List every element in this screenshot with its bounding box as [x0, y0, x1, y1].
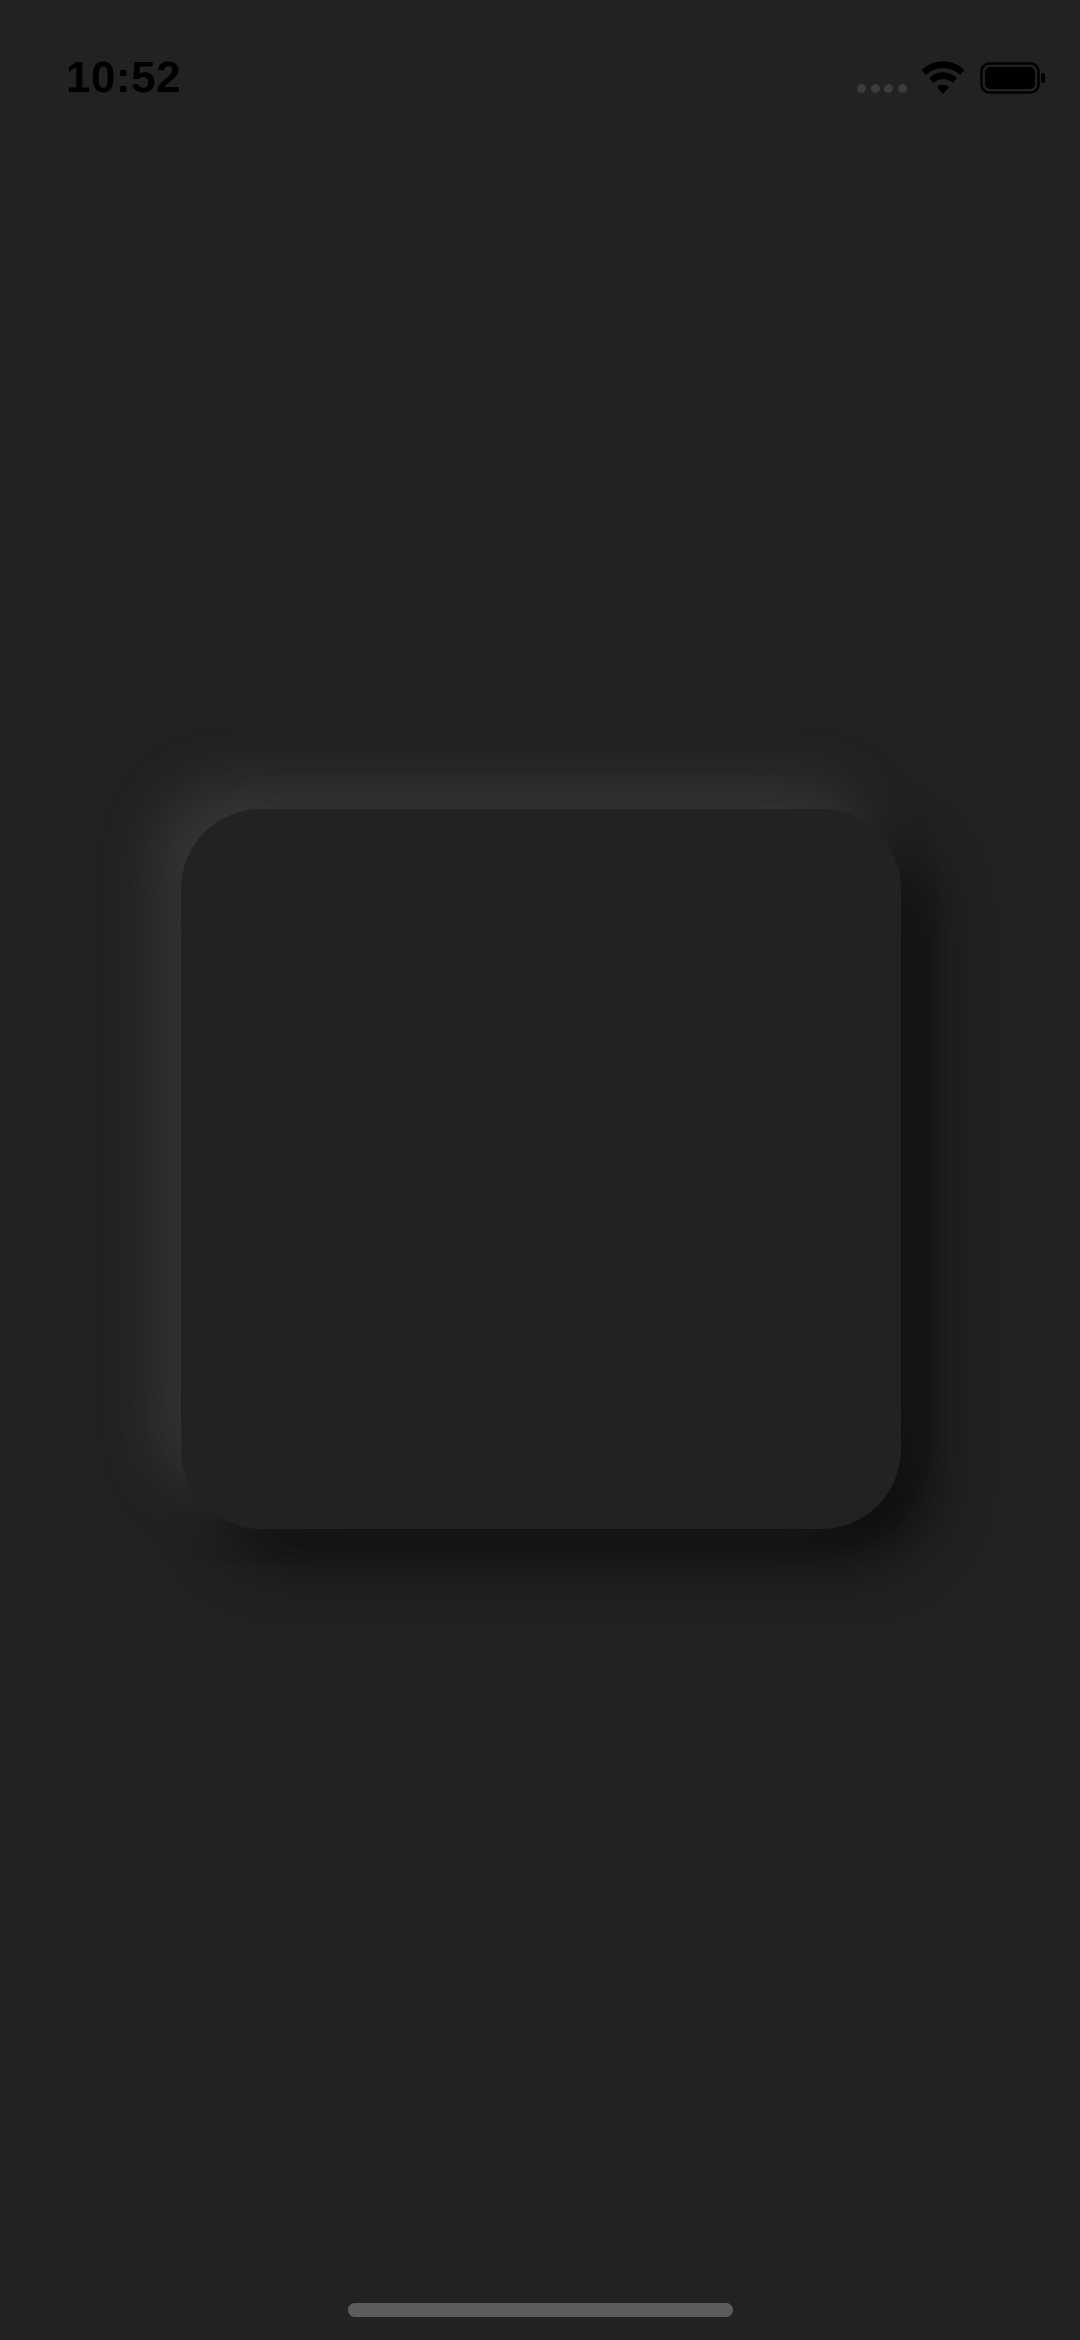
wifi-icon [921, 61, 965, 94]
signal-dot [870, 83, 880, 93]
neumorphic-card [181, 809, 901, 1529]
signal-dot [897, 83, 907, 93]
status-time: 10:52 [66, 53, 182, 102]
battery-icon [980, 62, 1045, 94]
status-bar: 10:52 [0, 0, 1080, 150]
home-indicator[interactable] [348, 2303, 733, 2317]
signal-dot [884, 83, 894, 93]
cellular-signal-icon [857, 83, 907, 93]
screen: 10:52 [0, 0, 1080, 2340]
signal-dot [857, 83, 866, 93]
